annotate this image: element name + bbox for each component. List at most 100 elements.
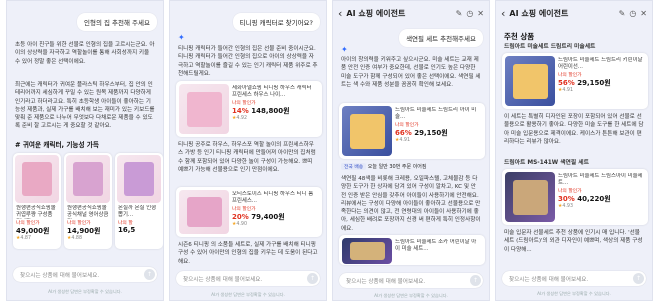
product-title[interactable]: 드림아트 미술세트 드림스아이 미술세트... — [558, 173, 644, 187]
product-image[interactable] — [179, 84, 229, 134]
history-icon[interactable]: ◷ — [466, 9, 473, 18]
product-image[interactable] — [505, 172, 555, 222]
rating: 4.88 — [71, 236, 82, 241]
send-icon[interactable]: ↑ — [307, 273, 318, 284]
close-icon[interactable]: ✕ — [477, 9, 484, 18]
product-price: 49,000원 — [16, 227, 50, 235]
discount-badge: 나의 할인가 — [232, 207, 256, 212]
product-price: 14,900원 — [67, 227, 101, 235]
user-question: 티니핑 캐릭터로 찾기어요? — [232, 13, 320, 31]
answer-intro: 초등 아이 친구들 위한 선물로 인형의 집을 고르시는군요. 아이의 상상력을… — [15, 42, 155, 65]
product-card[interactable]: 몬실까 몬실 인형 뽑기... 나의 할 16,5 — [115, 153, 163, 249]
header-title: AI 쇼핑 에이전트 — [346, 8, 406, 18]
product-card[interactable]: 드림아트 미술세트 조카 어린이날 아이 미술 세트... — [339, 235, 485, 265]
answer-intro: 아이의 창의력을 키워주고 싶으시군요. 미술 세트는 교재 제품 안전 인증 … — [341, 57, 481, 88]
product-title[interactable]: 원행편공식쇼핑몰 귀엽루쨩 구성품 티니핑... — [16, 205, 58, 219]
answer-paragraph: 시즌6 티니핑 의 소품들 세트로, 실제 가구를 배치해 티니핑 구성 수 있… — [178, 242, 318, 265]
discount-badge: 나의 할 — [118, 221, 133, 226]
discount-badge: 나의 할인가 — [558, 189, 582, 194]
product-card[interactable]: 드림아트 미술세트 드림트리 아이 미술... 나의 할인가 66% 29,15… — [339, 103, 485, 159]
product-title[interactable]: 세화아델쇼핑 티니핑 하우스 캐릭터 프린세스 하우스 나이... — [232, 85, 318, 99]
product-image[interactable] — [342, 238, 392, 264]
edit-icon[interactable]: ✎ — [456, 9, 463, 18]
product-group-title: 드림아트 미술세트 드림트리 미술세트 — [504, 44, 596, 50]
rating: 4.91 — [562, 88, 573, 93]
back-icon[interactable]: ‹ — [501, 7, 505, 20]
answer-paragraph: 색연필 48색을 비롯해 크레용, 오일파스텔, 고체물감 등 다양한 도구가 … — [341, 176, 481, 232]
product-image[interactable] — [15, 155, 59, 203]
chat-panel-4: ‹ AI 쇼핑 에이전트 ✎ ◷ ✕ 주천 상품 드림아트 미술세트 드림트리 … — [495, 0, 653, 301]
sparkle-icon: ✦ — [341, 45, 348, 54]
answer-paragraph: 이 세트는 특별히 디자인된 포장이 포함되어 있어 선물로 선물용으로 활용하… — [504, 114, 644, 145]
product-image[interactable] — [179, 190, 229, 234]
rating: 4.87 — [20, 236, 31, 241]
close-icon[interactable]: ✕ — [640, 9, 647, 18]
chat-input-placeholder: 찾으시는 상품에 대해 물어보세요. — [20, 273, 100, 279]
discount-badge: 나의 할인가 — [558, 73, 582, 78]
product-card[interactable]: 드림아트 미술세트 드림트리 키린이날 어린이선... 나의 할인가 56% 2… — [502, 53, 648, 109]
back-icon[interactable]: ‹ — [338, 7, 342, 20]
chat-input[interactable]: 찾으시는 상품에 대해 물어보세요. ↑ — [176, 271, 320, 286]
product-price: 29,150원 — [414, 129, 448, 137]
product-price: 148,800원 — [251, 107, 290, 115]
product-title[interactable]: 드림아트 미술세트 조카 어린이날 아이 미술 세트... — [395, 239, 481, 253]
answer-intro: 티니핑 캐릭터가 들어간 인형의 집은 선물 준비 중이시군요. 티니핑 캐릭터… — [178, 46, 318, 77]
chat-input[interactable]: 찾으시는 상품에 대해 물어보세요. ↑ — [339, 273, 483, 288]
edit-icon[interactable]: ✎ — [619, 9, 626, 18]
chat-panel-1: 인형의 집 추천해 주세요 초등 아이 친구들 위한 선물로 인형의 집을 고르… — [6, 0, 164, 301]
promo-text: 오늘 일만 30번 주문 이어짐 — [367, 164, 427, 170]
product-card[interactable]: 오티스토이즈 티니핑 하우스 티니 룸 프린세스... 나의 할인가 20% 7… — [176, 187, 322, 237]
product-card[interactable]: 원행편공식쇼핑몰 귀엽루쨩 구성품 티니핑... 나의 할인가 49,000원 … — [13, 153, 61, 249]
section-title: 주천 상품 — [504, 32, 535, 41]
send-icon[interactable]: ↑ — [633, 273, 644, 284]
product-image[interactable] — [66, 155, 110, 203]
chat-panel-3: ‹ AI 쇼핑 에이전트 ✎ ◷ ✕ 색연필 세트 추천해주세요 ✦ 아이의 창… — [332, 0, 490, 301]
discount-rate: 30% — [558, 195, 575, 203]
history-icon[interactable]: ◷ — [629, 9, 636, 18]
discount-rate: 66% — [395, 129, 412, 137]
discount-rate: 14% — [232, 107, 249, 115]
header: ‹ AI 쇼핑 에이전트 ✎ ◷ ✕ — [496, 1, 652, 25]
product-title[interactable]: 몬실까 몬실 인형 뽑기... — [118, 205, 160, 219]
ai-disclaimer: AI가 생성한 답변은 부정확할 수 있습니다. — [48, 289, 122, 294]
product-card[interactable]: 드림아트 미술세트 드림스아이 미술세트... 나의 할인가 30% 40,22… — [502, 169, 648, 225]
send-icon[interactable]: ↑ — [470, 275, 481, 286]
product-title[interactable]: 원행편공식쇼핑몰 공식채널 영어상큼 티... — [67, 205, 109, 219]
section-title: # 귀여운 캐릭터, 기능성 가득 — [15, 141, 99, 149]
product-card[interactable]: 원행편공식쇼핑몰 공식채널 영어상큼 티... 나의 할인가 14,900원 ★… — [64, 153, 112, 249]
product-card[interactable]: 세화아델쇼핑 티니핑 하우스 캐릭터 프린세스 하우스 나이... 나의 할인가… — [176, 81, 322, 137]
answer-paragraph: 미술 입문자 선물세트 추천 상품에 인기시 매 입니다. '선물세트 (드림아… — [504, 230, 643, 253]
product-group-title: 드림아트 MS-141W 색연필 세트 — [504, 160, 589, 166]
discount-badge: 나의 할인가 — [16, 221, 40, 226]
promo-row: 전국 배송 오늘 일만 30번 주문 이어짐 — [341, 163, 427, 170]
header: ‹ AI 쇼핑 에이전트 ✎ ◷ ✕ — [333, 1, 489, 25]
answer-paragraph: 티니핑 공주로 하우스, 하우스포 역할 놀이의 프린세스하우스 가방 등 인기… — [178, 142, 316, 173]
sparkle-icon: ✦ — [178, 33, 185, 42]
chat-panel-2: 티니핑 캐릭터로 찾기어요? ✦ 티니핑 캐릭터가 들어간 인형의 집은 선물 … — [169, 0, 327, 301]
chat-input-placeholder: 찾으시는 상품에 대해 물어보세요. — [509, 277, 589, 283]
product-image[interactable] — [342, 106, 392, 156]
product-title[interactable]: 오티스토이즈 티니핑 하우스 티니 룸 프린세스... — [232, 191, 318, 205]
product-image[interactable] — [117, 155, 161, 203]
ai-disclaimer: AI가 생성한 답변은 부정확할 수 있습니다. — [537, 291, 611, 296]
promo-tag: 전국 배송 — [341, 163, 367, 170]
product-price: 16,5 — [118, 226, 136, 234]
discount-badge: 나의 할인가 — [232, 101, 256, 106]
product-image[interactable] — [505, 56, 555, 106]
user-question: 색연필 세트 추천해주세요 — [399, 29, 483, 47]
rating: 4.93 — [562, 204, 573, 209]
rating: 4.92 — [236, 116, 247, 121]
rating: 4.91 — [399, 138, 410, 143]
product-price: 40,220원 — [577, 195, 611, 203]
chat-input[interactable]: 찾으시는 상품에 대해 물어보세요. ↑ — [13, 267, 157, 282]
ai-disclaimer: AI가 생성한 답변은 부정확할 수 있습니다. — [211, 292, 285, 297]
product-title[interactable]: 드림아트 미술세트 드림트리 키린이날 어린이선... — [558, 57, 644, 71]
chat-input[interactable]: 찾으시는 상품에 대해 물어보세요. ↑ — [502, 271, 646, 286]
ai-disclaimer: AI가 생성한 답변은 부정확할 수 있습니다. — [374, 293, 448, 298]
product-title[interactable]: 드림아트 미술세트 드림트리 아이 미술... — [395, 107, 481, 121]
discount-rate: 20% — [232, 213, 249, 221]
send-icon[interactable]: ↑ — [144, 269, 155, 280]
discount-badge: 나의 할인가 — [395, 123, 419, 128]
chat-input-placeholder: 찾으시는 상품에 대해 물어보세요. — [183, 277, 263, 283]
user-question: 인형의 집 추천해 주세요 — [77, 13, 157, 31]
